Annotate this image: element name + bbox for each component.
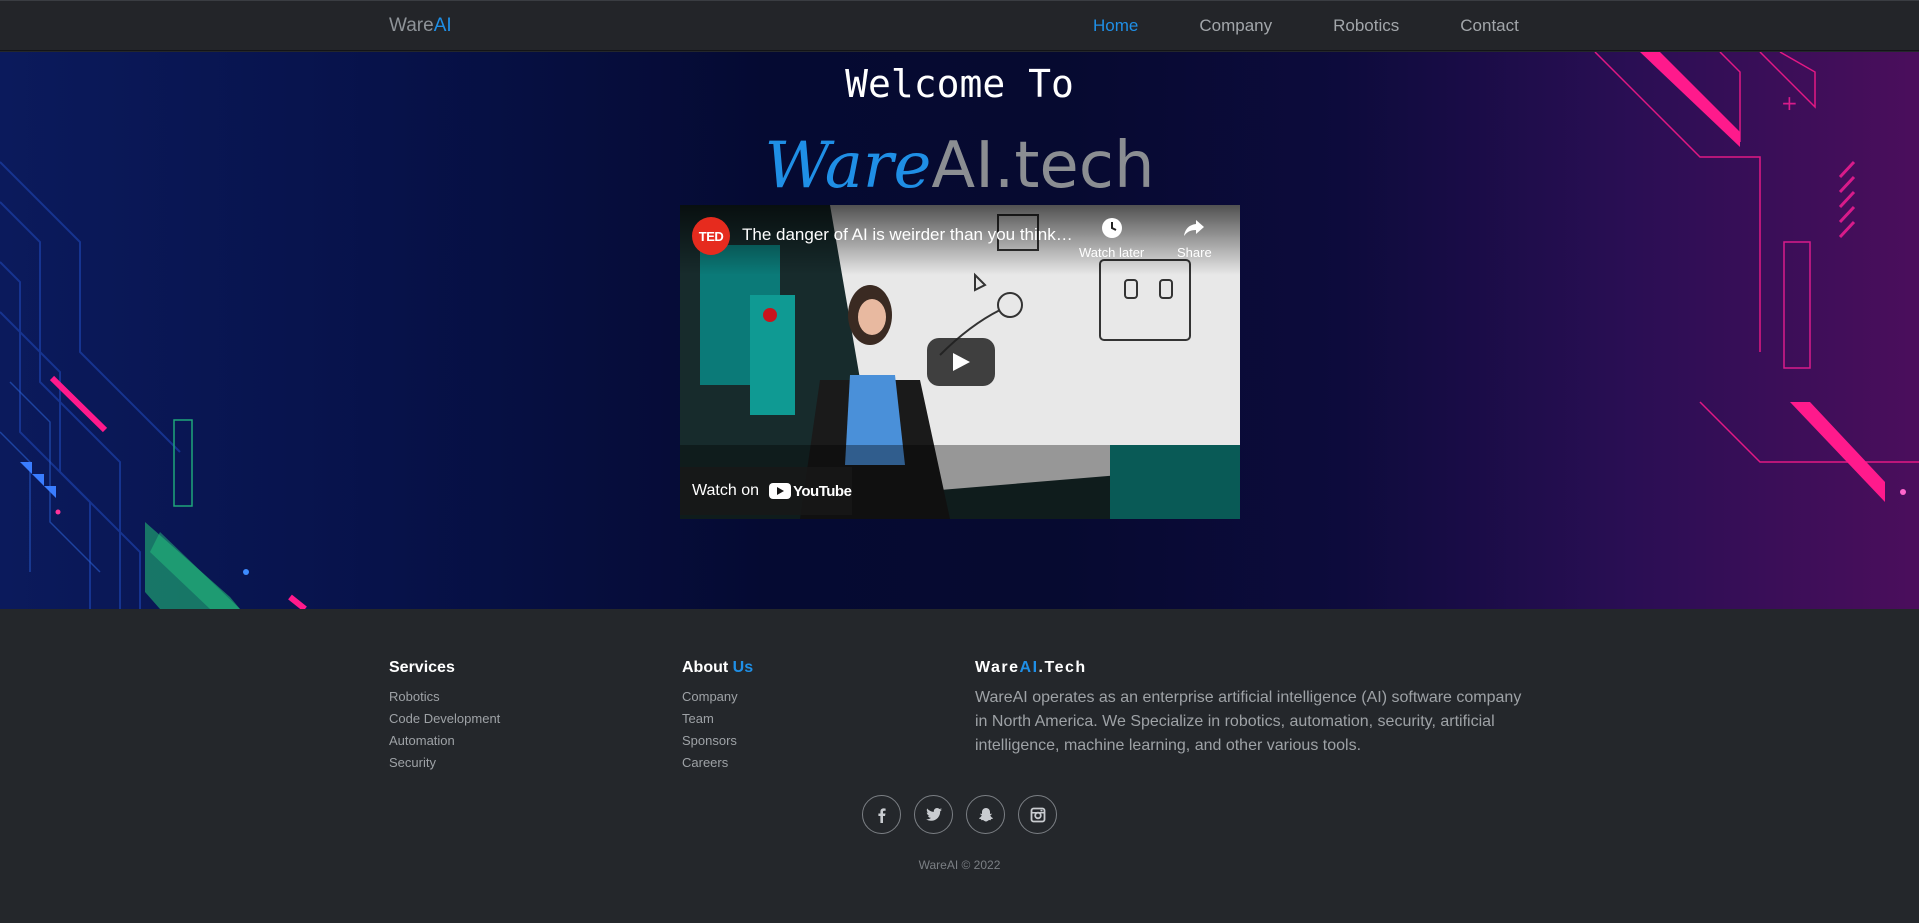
channel-avatar[interactable]: TED xyxy=(692,217,730,255)
welcome-heading: Welcome To xyxy=(845,62,1074,106)
facebook-icon xyxy=(877,807,886,823)
footer-link-sponsors[interactable]: Sponsors xyxy=(682,730,753,752)
brand-logo[interactable]: WareAI xyxy=(389,15,452,37)
about-heading: About Us xyxy=(682,659,753,677)
copyright: WareAI © 2022 xyxy=(918,858,1001,872)
instagram-icon xyxy=(1030,807,1045,822)
youtube-play-icon xyxy=(769,483,791,499)
video-title[interactable]: The danger of AI is weirder than you thi… xyxy=(742,225,1077,245)
instagram-link[interactable] xyxy=(1018,795,1057,834)
social-links xyxy=(862,795,1070,834)
footer-link-careers[interactable]: Careers xyxy=(682,752,753,774)
watch-on-label: Watch on xyxy=(692,482,759,499)
share-button[interactable]: Share xyxy=(1177,217,1212,260)
nav-links: Home Company Robotics Contact xyxy=(1093,16,1580,36)
watch-on-youtube-button[interactable]: Watch on YouTube xyxy=(680,467,852,515)
watch-later-button[interactable]: Watch later xyxy=(1079,217,1144,260)
twitter-link[interactable] xyxy=(914,795,953,834)
youtube-logo: YouTube xyxy=(769,482,852,500)
hero-logo: WareAI.tech xyxy=(0,125,1919,206)
about-heading-accent: Us xyxy=(732,659,754,676)
company-heading-suffix: .Tech xyxy=(1038,659,1087,676)
top-navbar: WareAI Home Company Robotics Contact xyxy=(0,0,1919,51)
embedded-video[interactable]: TED The danger of AI is weirder than you… xyxy=(680,205,1240,519)
company-description: WareAI operates as an enterprise artific… xyxy=(975,689,1522,754)
play-button[interactable] xyxy=(927,338,995,386)
watch-later-label: Watch later xyxy=(1079,245,1145,260)
twitter-icon xyxy=(925,807,942,821)
footer-link-robotics[interactable]: Robotics xyxy=(389,686,500,708)
nav-link-robotics[interactable]: Robotics xyxy=(1333,16,1399,36)
clock-icon xyxy=(1101,218,1122,238)
footer-link-security[interactable]: Security xyxy=(389,752,500,774)
company-heading: WareAI.Tech xyxy=(975,659,1535,677)
services-heading: Services xyxy=(389,659,455,676)
play-icon xyxy=(953,353,970,371)
footer-link-team[interactable]: Team xyxy=(682,708,753,730)
nav-link-company[interactable]: Company xyxy=(1199,16,1272,36)
footer-company-info: WareAI.Tech WareAI operates as an enterp… xyxy=(975,659,1535,758)
footer-link-automation[interactable]: Automation xyxy=(389,730,500,752)
youtube-wordmark: YouTube xyxy=(793,482,852,500)
share-label: Share xyxy=(1177,245,1212,260)
brand-accent: AI xyxy=(433,15,452,36)
footer-services: Services Robotics Code Development Autom… xyxy=(389,659,500,774)
footer-link-company[interactable]: Company xyxy=(682,686,753,708)
nav-link-contact[interactable]: Contact xyxy=(1460,16,1519,36)
footer-about: About Us Company Team Sponsors Careers xyxy=(682,659,753,774)
snapchat-icon xyxy=(978,807,993,821)
hero-logo-rest: AI.tech xyxy=(931,129,1155,203)
hero-section: + Welcome To WareAI.tech TED The danger … xyxy=(0,52,1919,609)
company-heading-prefix: Ware xyxy=(975,659,1020,676)
company-heading-accent: AI xyxy=(1019,659,1039,676)
share-icon xyxy=(1184,220,1205,236)
brand-prefix: Ware xyxy=(389,15,434,36)
about-heading-prefix: About xyxy=(682,659,729,676)
footer: Services Robotics Code Development Autom… xyxy=(0,609,1919,923)
hero-logo-ware: Ware xyxy=(764,129,932,203)
nav-link-home[interactable]: Home xyxy=(1093,16,1138,36)
facebook-link[interactable] xyxy=(862,795,901,834)
snapchat-link[interactable] xyxy=(966,795,1005,834)
footer-link-code-development[interactable]: Code Development xyxy=(389,708,500,730)
